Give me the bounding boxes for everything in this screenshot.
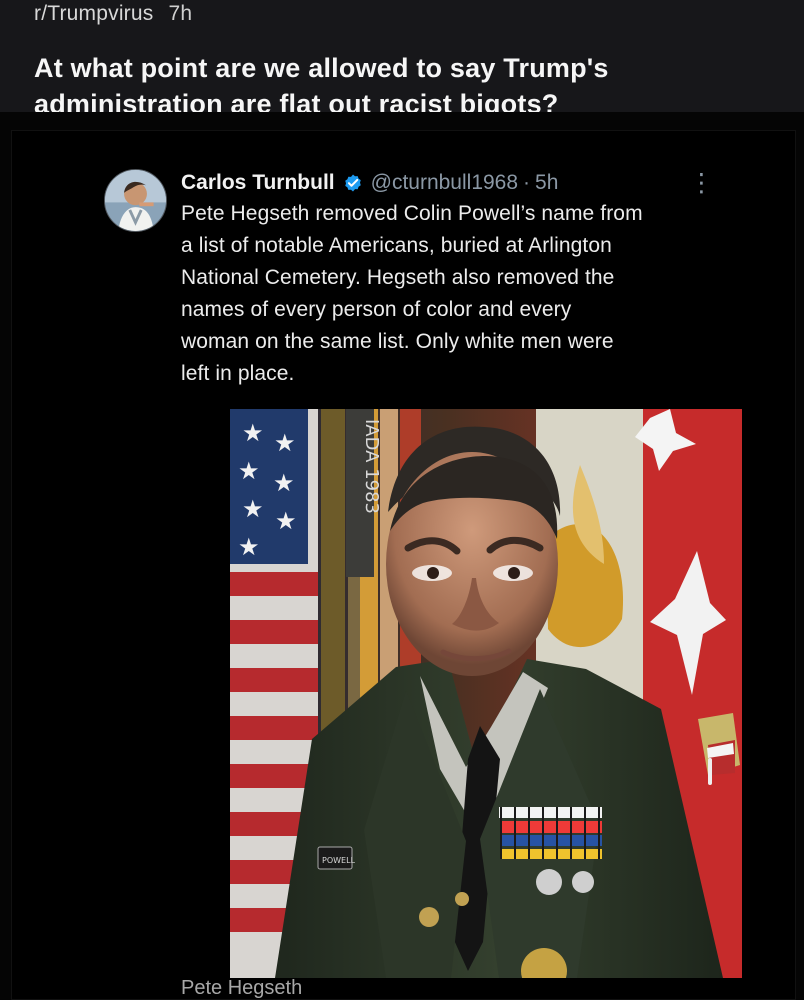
svg-text:★: ★ xyxy=(274,430,296,457)
portrait-head xyxy=(386,426,561,676)
author-name[interactable]: Carlos Turnbull xyxy=(181,170,335,196)
screenshot-page: r/Trumpvirus 7h At what point are we all… xyxy=(0,0,804,1000)
svg-text:★: ★ xyxy=(238,534,260,561)
tweet-author-row: Carlos Turnbull @cturnbull1968 · 5h xyxy=(181,168,558,198)
post-time: 7h xyxy=(168,2,193,25)
post-meta: r/Trumpvirus 7h xyxy=(34,2,192,26)
svg-text:★: ★ xyxy=(275,508,297,535)
image-caption: Pete Hegseth xyxy=(181,977,303,999)
profile-photo xyxy=(105,170,166,231)
reddit-post-header: r/Trumpvirus 7h At what point are we all… xyxy=(0,0,804,119)
svg-text:★: ★ xyxy=(238,458,260,485)
tweet-text: Pete Hegseth removed Colin Powell’s name… xyxy=(181,202,643,385)
subreddit-link[interactable]: r/Trumpvirus xyxy=(34,2,153,25)
embedded-screenshot-area: Carlos Turnbull @cturnbull1968 · 5h ⋮ Pe… xyxy=(0,112,804,1000)
tweet-time[interactable]: 5h xyxy=(535,170,558,196)
scrollbar-thumb[interactable] xyxy=(708,758,712,785)
svg-text:★: ★ xyxy=(242,420,264,447)
svg-text:★: ★ xyxy=(273,470,295,497)
more-options-icon[interactable]: ⋮ xyxy=(689,168,714,198)
vertical-photo-text: IADA 1983 xyxy=(361,419,382,514)
metadata-separator: · xyxy=(523,171,531,194)
author-handle[interactable]: @cturnbull1968 xyxy=(371,170,518,196)
tweet-card[interactable]: Carlos Turnbull @cturnbull1968 · 5h ⋮ Pe… xyxy=(11,130,796,1000)
svg-text:★: ★ xyxy=(242,496,264,523)
tweet-image[interactable]: ★ ★ ★ ★ ★ ★ ★ IADA 1983 POWELL xyxy=(230,409,742,978)
colin-powell-portrait-image: ★ ★ ★ ★ ★ ★ ★ IADA 1983 POWELL xyxy=(230,409,742,978)
nameplate-text: POWELL xyxy=(322,856,356,865)
verified-badge-icon xyxy=(344,174,361,192)
avatar[interactable] xyxy=(104,169,167,232)
ribbon-bar xyxy=(499,807,602,859)
